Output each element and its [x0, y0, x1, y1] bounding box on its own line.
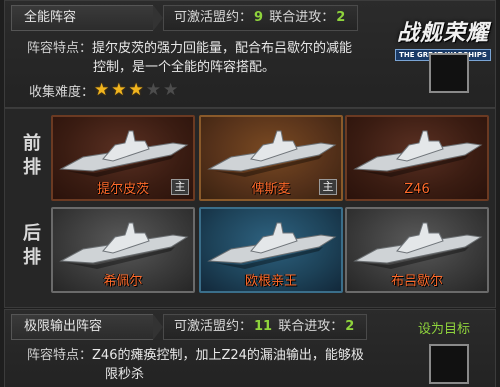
available-alliance-value: 11	[254, 319, 273, 334]
formation-grid: 前排 后排 提尔皮茨 主 俾斯麦 主 Z46 希佩尔 欧根亲王 布吕歇尔	[4, 108, 496, 308]
feature-label: 阵容特点：	[27, 41, 93, 56]
lineup-header: 全能阵容 可激活盟约： 9 联合进攻： 2	[11, 5, 359, 31]
joint-attack-value: 2	[336, 10, 346, 25]
difficulty-stars: ★ ★ ★ ★ ★	[94, 82, 180, 99]
star-empty-icon: ★	[145, 80, 162, 100]
lineup-stats: 可激活盟约： 9 联合进攻： 2	[163, 5, 359, 31]
feature-text: Z46的瘫痪控制，加上Z24的漏油输出，能够极	[92, 348, 364, 363]
joint-attack-value: 2	[345, 319, 355, 334]
available-alliance-value: 9	[254, 10, 264, 25]
warship-icon	[353, 222, 483, 269]
ship-card[interactable]: 布吕歇尔	[345, 207, 489, 293]
lineup-panel-all-round: 全能阵容 可激活盟约： 9 联合进攻： 2 阵容特点：提尔皮茨的强力回能量，配合布吕…	[4, 0, 496, 108]
warship-icon	[59, 222, 189, 269]
collect-difficulty: 收集难度： ★ ★ ★ ★ ★	[29, 81, 180, 101]
ship-name: Z46	[404, 182, 430, 197]
ship-card[interactable]: 俾斯麦 主	[199, 115, 343, 201]
lineup-header: 极限输出阵容 可激活盟约： 11 联合进攻： 2	[11, 314, 368, 340]
warship-icon	[207, 130, 337, 177]
lineup-feature-line-2: 控制，是一个全能的阵容搭配。	[93, 60, 276, 75]
flagship-badge: 主	[171, 179, 189, 195]
set-target-checkbox[interactable]	[429, 53, 469, 93]
star-filled-icon: ★	[111, 80, 127, 100]
ship-card[interactable]: Z46	[345, 115, 489, 201]
lineup-title: 极限输出阵容	[11, 314, 163, 340]
ship-card[interactable]: 欧根亲王	[199, 207, 343, 293]
back-row-text: 后排	[20, 223, 41, 271]
set-target-button[interactable]: 设为目标	[418, 318, 470, 337]
lineup-feature-line-1: 阵容特点：提尔皮茨的强力回能量，配合布吕歇尔的减能	[27, 39, 352, 58]
difficulty-label: 收集难度：	[29, 85, 95, 100]
feature-text: 提尔皮茨的强力回能量，配合布吕歇尔的减能	[92, 41, 353, 56]
lineup-stats: 可激活盟约： 11 联合进攻： 2	[163, 314, 368, 340]
front-row-text: 前排	[20, 133, 41, 181]
feature-label: 阵容特点：	[27, 348, 93, 363]
ship-name: 希佩尔	[103, 274, 143, 289]
warship-icon	[207, 222, 337, 269]
logo-chinese: 战舰荣耀	[396, 21, 489, 46]
ship-name: 欧根亲王	[244, 274, 297, 289]
lineup-title: 全能阵容	[11, 5, 163, 31]
back-row-label: 后排	[19, 223, 41, 271]
set-target-checkbox[interactable]	[429, 344, 469, 384]
lineup-feature-line-2: 限秒杀	[105, 367, 145, 382]
lineup-feature-line-1: 阵容特点：Z46的瘫痪控制，加上Z24的漏油输出，能够极	[27, 346, 364, 365]
star-filled-icon: ★	[128, 80, 144, 100]
ship-name: 布吕歇尔	[390, 274, 443, 289]
star-filled-icon: ★	[94, 80, 110, 100]
warship-icon	[59, 130, 189, 177]
ship-card[interactable]: 希佩尔	[51, 207, 195, 293]
ship-card[interactable]: 提尔皮茨 主	[51, 115, 195, 201]
flagship-badge: 主	[319, 179, 337, 195]
available-alliance-label: 可激活盟约：	[174, 10, 253, 25]
star-empty-icon: ★	[163, 80, 179, 100]
joint-attack-label: 联合进攻：	[278, 319, 344, 334]
front-row-label: 前排	[19, 133, 41, 181]
available-alliance-label: 可激活盟约：	[174, 319, 253, 334]
warship-icon	[353, 130, 483, 177]
joint-attack-label: 联合进攻：	[269, 10, 335, 25]
